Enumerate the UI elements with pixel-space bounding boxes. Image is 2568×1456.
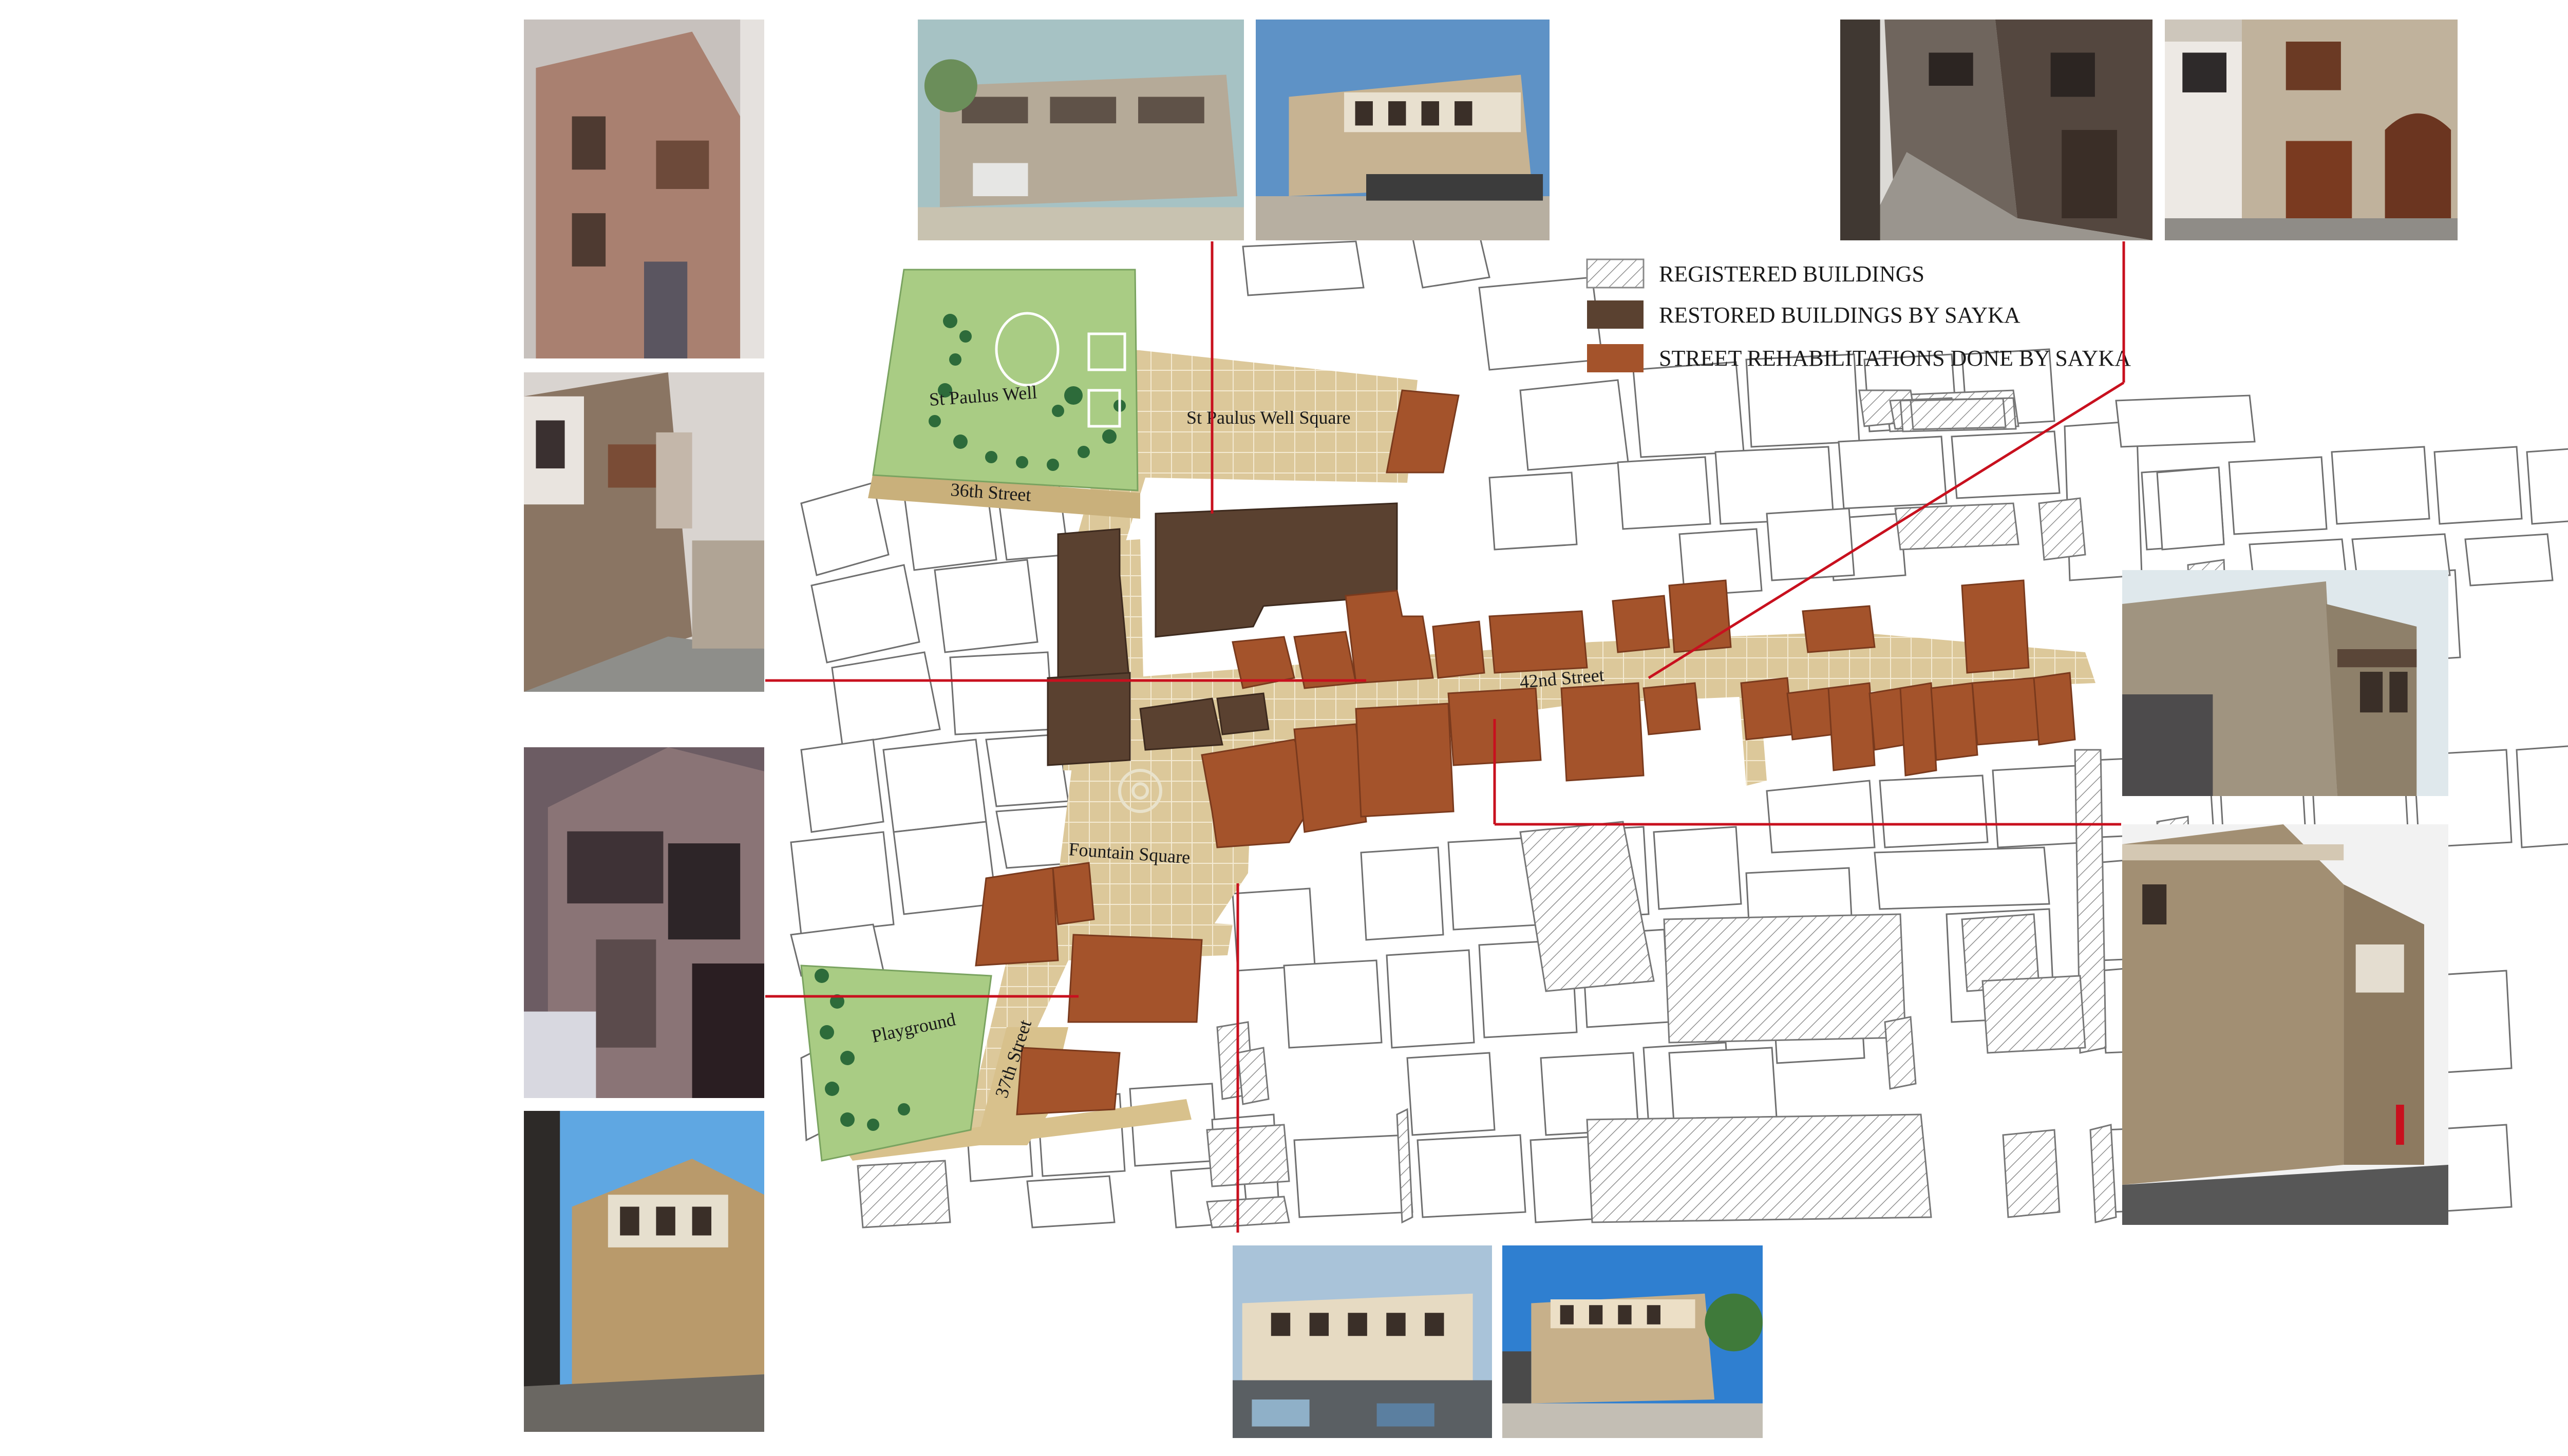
building-photo-icon	[524, 747, 764, 1098]
photo-left-3	[524, 747, 764, 1098]
legend-label-street: STREET REHABILITATIONS DONE BY SAYKA	[1659, 346, 2131, 371]
building-photo-icon	[1502, 1245, 1763, 1438]
photo-top-3	[1840, 20, 2152, 240]
photo-left-4	[524, 1111, 764, 1432]
legend-label-registered: REGISTERED BUILDINGS	[1659, 261, 1924, 287]
legend-label-restored: RESTORED BUILDINGS BY SAYKA	[1659, 302, 2021, 328]
building-photo-icon	[1256, 20, 1550, 240]
photo-right-2	[2122, 824, 2448, 1225]
building-photo-icon	[2122, 824, 2448, 1225]
photo-top-4	[2165, 20, 2458, 240]
legend-swatch-restored	[1587, 300, 1644, 329]
photo-right-1	[2122, 570, 2448, 796]
building-photo-icon	[1233, 1245, 1492, 1438]
photo-bottom-1	[1233, 1245, 1492, 1438]
photo-left-2	[524, 372, 764, 692]
photo-bottom-2	[1502, 1245, 1763, 1438]
legend-swatch-street	[1587, 344, 1644, 372]
building-photo-icon	[1840, 20, 2152, 240]
building-photo-icon	[2122, 570, 2448, 796]
building-photo-icon	[524, 20, 764, 358]
legend: REGISTERED BUILDINGS RESTORED BUILDINGS …	[1586, 258, 2131, 372]
photo-top-1	[918, 20, 1244, 240]
building-photo-icon	[524, 372, 764, 692]
photo-top-2	[1256, 20, 1550, 240]
building-photo-icon	[524, 1111, 764, 1432]
building-photo-icon	[918, 20, 1244, 240]
photo-left-1	[524, 20, 764, 358]
legend-swatch-registered	[1586, 258, 1645, 289]
building-photo-icon	[2165, 20, 2458, 240]
